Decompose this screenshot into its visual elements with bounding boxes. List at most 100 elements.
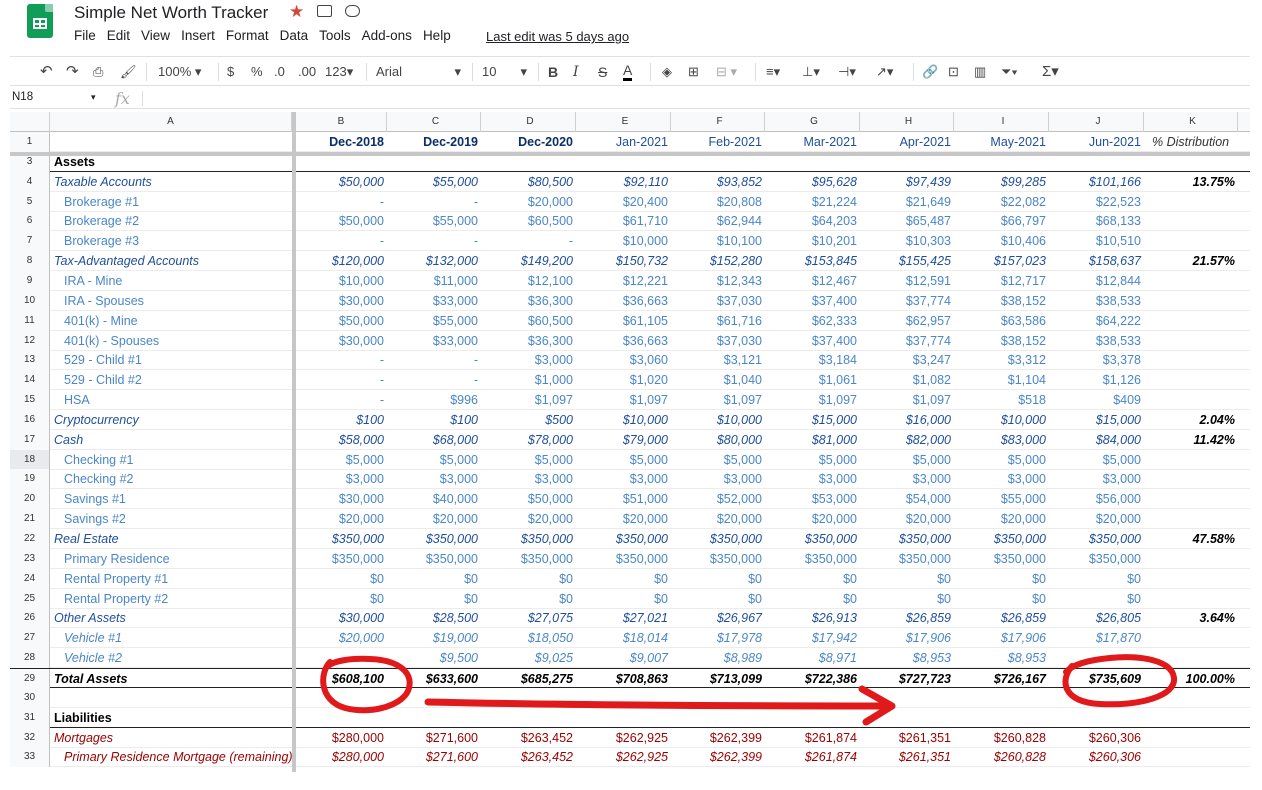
cell-a15[interactable]: HSA bbox=[50, 390, 292, 410]
cell-e25[interactable]: $0 bbox=[580, 589, 671, 609]
increase-decimal-button[interactable]: .00 bbox=[298, 63, 316, 81]
cell-c1[interactable]: Dec-2019 bbox=[391, 132, 481, 152]
cell-i33[interactable]: $260,828 bbox=[958, 747, 1049, 767]
cell-j28[interactable] bbox=[1053, 648, 1144, 668]
cell-a18[interactable]: Checking #1 bbox=[50, 450, 292, 470]
cell-f33[interactable]: $262,399 bbox=[675, 747, 765, 767]
cell-g16[interactable]: $15,000 bbox=[769, 410, 860, 430]
cell-j11[interactable]: $64,222 bbox=[1053, 311, 1144, 331]
cell-j27[interactable]: $17,870 bbox=[1053, 628, 1144, 648]
vertical-align-icon[interactable]: ⊥▾ bbox=[802, 63, 820, 81]
cell-h20[interactable]: $54,000 bbox=[864, 489, 954, 509]
fill-color-icon[interactable]: ◈ bbox=[662, 63, 672, 81]
cell-j21[interactable]: $20,000 bbox=[1053, 509, 1144, 529]
cell-a17[interactable]: Cash bbox=[50, 430, 292, 450]
cell-f1[interactable]: Feb-2021 bbox=[675, 132, 765, 152]
cell-f15[interactable]: $1,097 bbox=[675, 390, 765, 410]
column-header-a[interactable]: A bbox=[50, 112, 292, 132]
cell-d19[interactable]: $3,000 bbox=[485, 469, 576, 489]
cell-e28[interactable]: $9,007 bbox=[580, 648, 671, 668]
cell-b29[interactable]: $608,100 bbox=[296, 669, 387, 689]
row-header[interactable]: 24 bbox=[10, 568, 50, 589]
cell-k9[interactable] bbox=[1148, 271, 1238, 291]
cell-j33[interactable]: $260,306 bbox=[1053, 747, 1144, 767]
cell-b12[interactable]: $30,000 bbox=[296, 331, 387, 351]
cell-c27[interactable]: $19,000 bbox=[391, 628, 481, 648]
cell-d31[interactable] bbox=[485, 708, 576, 728]
cell-a19[interactable]: Checking #2 bbox=[50, 469, 292, 489]
cell-f19[interactable]: $3,000 bbox=[675, 469, 765, 489]
cell-d15[interactable]: $1,097 bbox=[485, 390, 576, 410]
cell-a27[interactable]: Vehicle #1 bbox=[50, 628, 292, 648]
cell-d16[interactable]: $500 bbox=[485, 410, 576, 430]
cell-f6[interactable]: $62,944 bbox=[675, 211, 765, 231]
cell-j22[interactable]: $350,000 bbox=[1053, 529, 1144, 549]
cell-e13[interactable]: $3,060 bbox=[580, 350, 671, 370]
cell-k33[interactable] bbox=[1148, 747, 1238, 767]
cell-f13[interactable]: $3,121 bbox=[675, 350, 765, 370]
cell-d25[interactable]: $0 bbox=[485, 589, 576, 609]
cell-h16[interactable]: $16,000 bbox=[864, 410, 954, 430]
cell-h21[interactable]: $20,000 bbox=[864, 509, 954, 529]
frozen-row-divider[interactable] bbox=[10, 152, 1250, 156]
cell-f30[interactable] bbox=[675, 688, 765, 708]
cell-b20[interactable]: $30,000 bbox=[296, 489, 387, 509]
cell-c5[interactable]: - bbox=[391, 192, 481, 212]
cell-f4[interactable]: $93,852 bbox=[675, 172, 765, 192]
cell-c22[interactable]: $350,000 bbox=[391, 529, 481, 549]
cell-d24[interactable]: $0 bbox=[485, 569, 576, 589]
row-header[interactable]: 9 bbox=[10, 270, 50, 291]
cell-c18[interactable]: $5,000 bbox=[391, 450, 481, 470]
cell-k17[interactable]: 11.42% bbox=[1148, 430, 1238, 450]
row-header[interactable]: 29 bbox=[10, 668, 50, 689]
cell-k23[interactable] bbox=[1148, 549, 1238, 569]
cell-e29[interactable]: $708,863 bbox=[580, 669, 671, 689]
cell-k7[interactable] bbox=[1148, 231, 1238, 251]
name-box[interactable]: N18 ▾ bbox=[12, 91, 96, 103]
cell-f14[interactable]: $1,040 bbox=[675, 370, 765, 390]
cell-h15[interactable]: $1,097 bbox=[864, 390, 954, 410]
cell-j30[interactable] bbox=[1053, 688, 1144, 708]
cell-j16[interactable]: $15,000 bbox=[1053, 410, 1144, 430]
cell-e8[interactable]: $150,732 bbox=[580, 251, 671, 271]
cell-g15[interactable]: $1,097 bbox=[769, 390, 860, 410]
cell-f26[interactable]: $26,967 bbox=[675, 608, 765, 628]
cell-f28[interactable]: $8,989 bbox=[675, 648, 765, 668]
cell-c25[interactable]: $0 bbox=[391, 589, 481, 609]
text-rotation-icon[interactable]: ↗▾ bbox=[876, 63, 893, 81]
row-header[interactable]: 23 bbox=[10, 548, 50, 569]
cell-c31[interactable] bbox=[391, 708, 481, 728]
cell-i28[interactable]: $8,953 bbox=[958, 648, 1049, 668]
cell-b6[interactable]: $50,000 bbox=[296, 211, 387, 231]
cell-j20[interactable]: $56,000 bbox=[1053, 489, 1144, 509]
cell-h33[interactable]: $261,351 bbox=[864, 747, 954, 767]
cell-i7[interactable]: $10,406 bbox=[958, 231, 1049, 251]
text-color-button[interactable]: A bbox=[623, 63, 633, 81]
cell-d20[interactable]: $50,000 bbox=[485, 489, 576, 509]
cell-b24[interactable]: $0 bbox=[296, 569, 387, 589]
row-header[interactable]: 20 bbox=[10, 489, 50, 510]
menu-item-file[interactable]: File bbox=[74, 28, 96, 43]
column-header-f[interactable]: F bbox=[675, 112, 765, 132]
cell-j32[interactable]: $260,306 bbox=[1053, 728, 1144, 748]
cell-a8[interactable]: Tax-Advantaged Accounts bbox=[50, 251, 292, 271]
filter-icon[interactable]: ⏷▾ bbox=[1001, 63, 1018, 81]
cell-j5[interactable]: $22,523 bbox=[1053, 192, 1144, 212]
cell-c15[interactable]: $996 bbox=[391, 390, 481, 410]
sheets-logo-icon[interactable] bbox=[27, 4, 53, 38]
row-header[interactable]: 7 bbox=[10, 231, 50, 252]
cell-i15[interactable]: $518 bbox=[958, 390, 1049, 410]
cell-g9[interactable]: $12,467 bbox=[769, 271, 860, 291]
cell-j7[interactable]: $10,510 bbox=[1053, 231, 1144, 251]
cell-f20[interactable]: $52,000 bbox=[675, 489, 765, 509]
cell-c8[interactable]: $132,000 bbox=[391, 251, 481, 271]
row-header[interactable]: 30 bbox=[10, 687, 50, 708]
cell-d26[interactable]: $27,075 bbox=[485, 608, 576, 628]
cell-k28[interactable] bbox=[1148, 648, 1238, 668]
cell-c19[interactable]: $3,000 bbox=[391, 469, 481, 489]
cell-c21[interactable]: $20,000 bbox=[391, 509, 481, 529]
cell-g22[interactable]: $350,000 bbox=[769, 529, 860, 549]
cell-e26[interactable]: $27,021 bbox=[580, 608, 671, 628]
cell-k16[interactable]: 2.04% bbox=[1148, 410, 1238, 430]
cell-a6[interactable]: Brokerage #2 bbox=[50, 211, 292, 231]
